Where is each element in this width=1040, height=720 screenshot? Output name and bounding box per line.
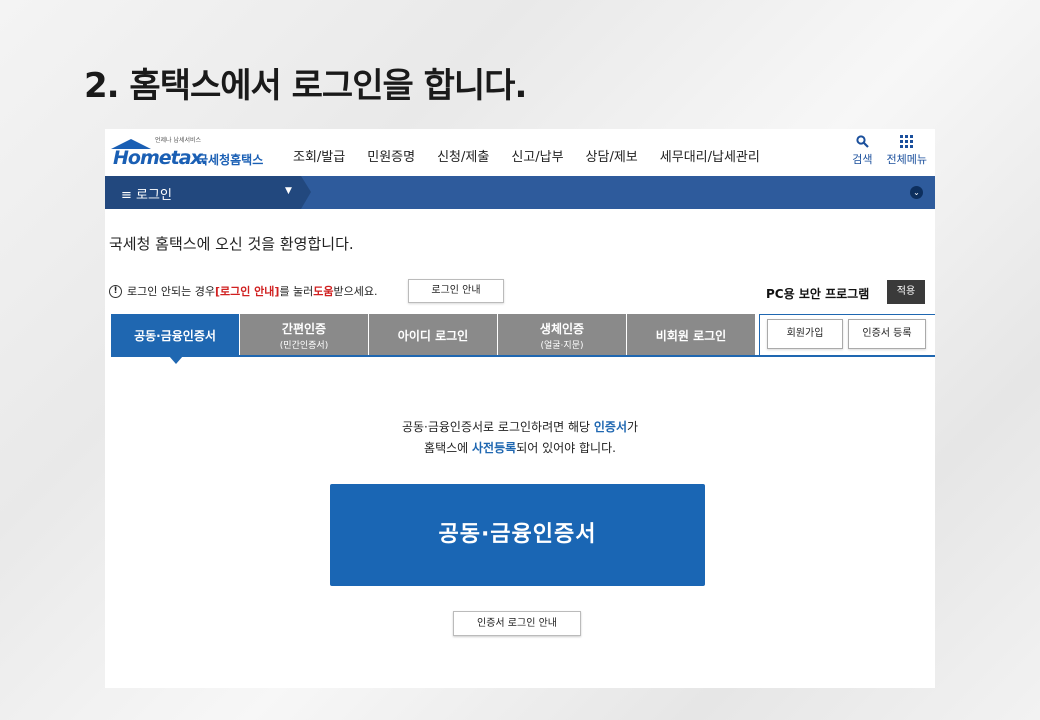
chevron-down-icon[interactable]: ⌄ [910,186,923,199]
info-line1-c: 가 [626,420,639,434]
nav-item-inquiry[interactable]: 조회/발급 [293,146,345,165]
info-line2-a: 홈택스에 [424,441,473,455]
pc-security-label: PC용 보안 프로그램 [766,287,870,301]
notice-prefix: 로그인 안되는 경우 [127,285,215,298]
tab-sublabel: (민간인증서) [279,340,329,351]
login-tabs: 공동·금융인증서 간편인증 (민간인증서) 아이디 로그인 생체인증 (얼굴·지… [111,314,756,356]
info-line2-c: 되어 있어야 합니다. [516,441,616,455]
nav-item-consult[interactable]: 상담/제보 [586,146,638,165]
all-menu-button[interactable]: 전체메뉴 [887,135,927,167]
tab-label: 간편인증 [281,321,327,336]
caret-down-icon: ▼ [285,186,292,196]
breadcrumb-label: ≡ 로그인 [121,188,172,203]
register-cert-button[interactable]: 인증서 등록 [848,319,926,349]
top-header: 언제나 납세서비스 Hometax. 국세청홈택스 조회/발급 민원증명 신청/… [105,129,935,176]
login-help-notice: ! 로그인 안되는 경우 [로그인 안내] 를 눌러 도움 받으세요. [109,283,378,299]
tab-label: 비회원 로그인 [655,328,727,343]
breadcrumb-bar: ≡ 로그인 ▼ ⌄ [105,176,935,209]
tab-id-login[interactable]: 아이디 로그인 [369,314,498,356]
tab-simple-auth[interactable]: 간편인증 (민간인증서) [240,314,369,356]
tab-joint-cert[interactable]: 공동·금융인증서 [111,314,240,356]
nav-item-certificate[interactable]: 민원증명 [367,146,415,165]
info-line2-highlight: 사전등록 [472,441,517,455]
notice-help: 도움 [313,285,334,298]
notice-mid: 를 눌러 [279,285,314,298]
tab-sublabel: (얼굴·지문) [540,340,584,351]
logo-name: 국세청홈택스 [197,153,264,167]
tab-biometric[interactable]: 생체인증 (얼굴·지문) [498,314,627,356]
header-tools: 검색 전체메뉴 [852,135,927,167]
tab-label: 공동·금융인증서 [134,328,216,343]
tab-label: 생체인증 [539,321,585,336]
all-menu-label: 전체메뉴 [886,153,927,166]
joint-cert-login-button[interactable]: 공동·금융인증서 [330,484,705,586]
logo-text: Hometax. [113,147,209,169]
nav-item-apply[interactable]: 신청/제출 [437,146,489,165]
search-button[interactable]: 검색 [852,135,873,167]
cert-info-text: 공동·금융인증서로 로그인하려면 해당 인증서가 홈택스에 사전등록되어 있어야… [105,417,935,459]
info-line1-highlight: 인증서 [593,420,627,434]
tab-guest-login[interactable]: 비회원 로그인 [627,314,756,356]
tab-underline [111,355,759,357]
active-tab-pointer-icon [169,356,183,364]
nav-item-report[interactable]: 신고/납부 [511,146,563,165]
alert-icon: ! [109,284,122,298]
hometax-logo[interactable]: 언제나 납세서비스 Hometax. 국세청홈택스 [109,135,269,171]
side-button-panel: 회원가입 인증서 등록 [759,314,935,357]
tab-label: 아이디 로그인 [397,328,469,343]
join-button[interactable]: 회원가입 [767,319,843,349]
search-icon [852,135,872,151]
breadcrumb-menu[interactable]: ≡ 로그인 ▼ [105,176,311,209]
grid-icon [887,135,927,151]
notice-guide-link: [로그인 안내] [214,285,280,298]
login-guide-button[interactable]: 로그인 안내 [408,279,504,303]
info-line1-a: 공동·금융인증서로 로그인하려면 해당 [401,420,594,434]
apply-button[interactable]: 적용 [887,280,925,304]
notice-suffix: 받으세요. [333,285,378,298]
hometax-window: 언제나 납세서비스 Hometax. 국세청홈택스 조회/발급 민원증명 신청/… [105,129,935,688]
slide-title: 2. 홈택스에서 로그인을 합니다. [84,66,527,106]
main-nav: 조회/발급 민원증명 신청/제출 신고/납부 상담/제보 세무대리/납세관리 [293,146,782,165]
welcome-text: 국세청 홈택스에 오신 것을 환영합니다. [109,235,354,253]
nav-item-agent[interactable]: 세무대리/납세관리 [660,146,760,165]
logo-tagline: 언제나 납세서비스 [155,137,202,144]
cert-login-guide-button[interactable]: 인증서 로그인 안내 [453,611,581,636]
search-label: 검색 [852,153,873,166]
